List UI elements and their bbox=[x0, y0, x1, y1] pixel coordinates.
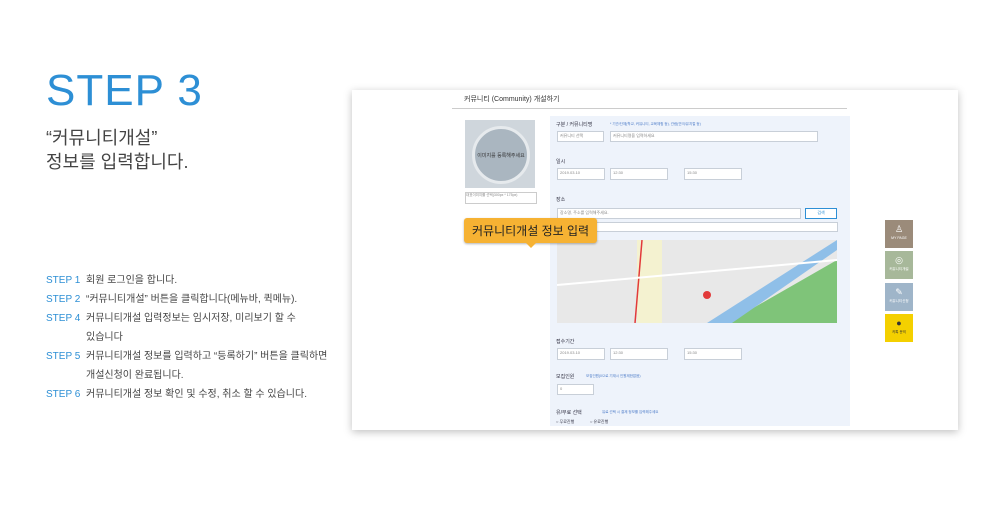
community-form: 구분 / 커뮤니티명 * 기관/단체(학교, 커뮤니티, 교육체험 등), 관람… bbox=[550, 116, 850, 426]
subtitle-line-2: 정보를 입력합니다. bbox=[46, 152, 189, 172]
apply-time-select[interactable]: 12:30 bbox=[610, 348, 668, 360]
map-graphic bbox=[557, 240, 837, 323]
place-detail-input[interactable] bbox=[557, 222, 838, 232]
recruit-note: 모집인원(0으로 기재시 인원제한없음) bbox=[586, 374, 641, 378]
step-label: STEP 4 bbox=[46, 313, 81, 324]
map[interactable] bbox=[557, 240, 837, 323]
fee-note: 유료 선택 시 결제 정보를 입력해주세요 bbox=[602, 410, 659, 414]
date-input[interactable]: 2019.03.10 bbox=[557, 168, 605, 180]
fee-free-radio[interactable]: ○ 무료진행 bbox=[556, 419, 574, 425]
map-marker-icon bbox=[703, 291, 711, 299]
category-note: * 기관/단체(학교, 커뮤니티, 교육체험 등), 관람(연극/뮤지컬 등) bbox=[610, 122, 701, 126]
step-item: STEP 2 “커뮤니티개설” 버튼을 클릭합니다(메뉴바, 퀵메뉴). bbox=[46, 290, 346, 309]
screenshot-header: 커뮤니티 (Community) 개설하기 bbox=[464, 96, 560, 103]
recruit-label: 모집인원 bbox=[556, 374, 575, 380]
step-item: STEP 6 커뮤니티개설 정보 확인 및 수정, 취소 할 수 있습니다. bbox=[46, 385, 346, 404]
step-subtitle: “커뮤니티개설” 정보를 입력합니다. bbox=[46, 126, 188, 174]
time-select[interactable]: 12:30 bbox=[610, 168, 668, 180]
step-label: STEP 5 bbox=[46, 351, 81, 362]
form-screenshot: 커뮤니티 (Community) 개설하기 이미지를 등록해주세요 대표이미지를… bbox=[352, 90, 958, 430]
step-label: STEP 6 bbox=[46, 389, 81, 400]
thumbnail-placeholder: 이미지를 등록해주세요 bbox=[472, 126, 530, 184]
thumbnail-select[interactable]: 대표이미지를 선택(300px * 175px) bbox=[465, 192, 537, 204]
step-text: 회원 로그인을 합니다. bbox=[86, 275, 178, 286]
quick-menu-community-open[interactable]: ◎ 커뮤니티개설 bbox=[885, 251, 913, 279]
apply-time-select[interactable]: 15:30 bbox=[684, 348, 742, 360]
step-text: 커뮤니티개설 입력정보는 임시저장, 미리보기 할 수 있습니다 bbox=[86, 313, 296, 343]
thumbnail-upload[interactable]: 이미지를 등록해주세요 bbox=[465, 120, 535, 188]
step-text: “커뮤니티개설” 버튼을 클릭합니다(메뉴바, 퀵메뉴). bbox=[86, 294, 298, 305]
step-item: STEP 5 커뮤니티개설 정보를 입력하고 “등록하기” 버튼을 클릭하면 개설… bbox=[46, 347, 346, 385]
apply-date-input[interactable]: 2019.03.10 bbox=[557, 348, 605, 360]
category-label: 구분 / 커뮤니티명 bbox=[556, 122, 593, 128]
header-divider bbox=[452, 108, 847, 109]
time-select[interactable]: 15:30 bbox=[684, 168, 742, 180]
step-label: STEP 1 bbox=[46, 275, 81, 286]
category-select[interactable]: 커뮤니티 선택 bbox=[557, 131, 604, 142]
place-label: 장소 bbox=[556, 197, 566, 203]
talk-icon: ● bbox=[896, 318, 902, 328]
step-item: STEP 1 회원 로그인을 합니다. bbox=[46, 271, 346, 290]
step-text: 커뮤니티개설 정보를 입력하고 “등록하기” 버튼을 클릭하면 개설신청이 완료됩… bbox=[86, 351, 328, 381]
quick-menu-kakao[interactable]: ● 카톡 문의 bbox=[885, 314, 913, 342]
community-icon: ◎ bbox=[895, 255, 903, 265]
user-icon: ♙ bbox=[894, 224, 904, 234]
step-label: STEP 2 bbox=[46, 294, 81, 305]
steps-list: STEP 1 회원 로그인을 합니다. STEP 2 “커뮤니티개설” 버튼을 … bbox=[46, 271, 346, 404]
edit-icon: ✎ bbox=[895, 287, 903, 297]
step-item: STEP 4 커뮤니티개설 입력정보는 임시저장, 미리보기 할 수 있습니다 bbox=[46, 309, 346, 347]
quick-menu-community-apply[interactable]: ✎ 커뮤니티신청 bbox=[885, 283, 913, 311]
quick-menu-mypage[interactable]: ♙ MY PAGE bbox=[885, 220, 913, 248]
fee-label: 유/무료 선택 bbox=[556, 410, 582, 416]
fee-paid-radio[interactable]: ○ 유료진행 bbox=[590, 419, 608, 425]
recruit-input[interactable]: 0 bbox=[557, 384, 594, 395]
step-title: STEP 3 bbox=[46, 66, 203, 115]
step-text: 커뮤니티개설 정보 확인 및 수정, 취소 할 수 있습니다. bbox=[86, 389, 307, 400]
subtitle-line-1: “커뮤니티개설” bbox=[46, 128, 158, 148]
callout-badge: 커뮤니티개설 정보 입력 bbox=[464, 218, 598, 248]
apply-period-label: 접수기간 bbox=[556, 339, 575, 345]
community-name-input[interactable]: 커뮤니티명을 입력하세요 bbox=[610, 131, 818, 142]
place-search-button[interactable]: 검색 bbox=[805, 208, 837, 219]
date-label: 일시 bbox=[556, 159, 566, 165]
